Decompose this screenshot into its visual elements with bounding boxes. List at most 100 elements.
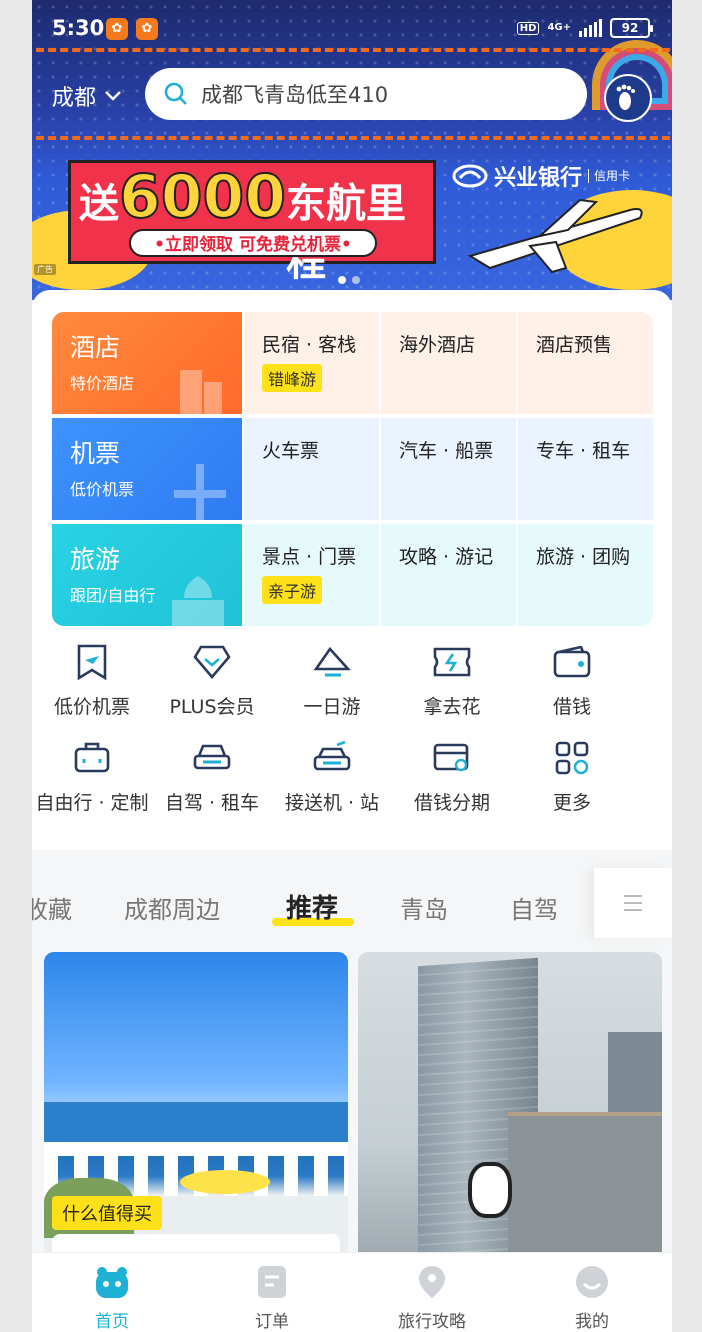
quick-label: 拿去花 bbox=[423, 696, 481, 718]
flight-tile[interactable]: 机票 低价机票 bbox=[52, 418, 242, 520]
quick-cheap-flight[interactable]: 低价机票 bbox=[32, 642, 152, 732]
footprint-button[interactable] bbox=[604, 74, 652, 122]
tile-label: 专车 · 租车 bbox=[536, 440, 631, 462]
hotel-presale-tile[interactable]: 酒店预售 bbox=[518, 312, 653, 414]
feed-tabs: 收藏 成都周边 推荐 青岛 自驾 bbox=[32, 860, 672, 946]
hotel-tile[interactable]: 酒店 特价酒店 bbox=[52, 312, 242, 414]
signal-icon bbox=[579, 19, 602, 37]
promo-banner[interactable]: 送 6000 东航里程 •立即领取 可免费兑机票• bbox=[68, 160, 436, 285]
quick-borrow[interactable]: 借钱 bbox=[512, 642, 632, 732]
tab-favorites[interactable]: 收藏 bbox=[32, 890, 72, 925]
main-card: 酒店 特价酒店 民宿 · 客栈 错峰游 海外酒店 酒店预售 机票 低价机票 火车… bbox=[32, 290, 672, 850]
chevron-down-icon bbox=[105, 91, 121, 101]
promo-subtitle: •立即领取 可免费兑机票• bbox=[129, 229, 377, 257]
nav-label: 我的 bbox=[575, 1312, 609, 1332]
quick-plus-member[interactable]: PLUS会员 bbox=[152, 642, 272, 732]
tile-tag: 亲子游 bbox=[262, 576, 323, 604]
quick-custom-trip[interactable]: 自由行 · 定制 bbox=[32, 738, 152, 828]
tab-self-drive[interactable]: 自驾 bbox=[510, 890, 558, 925]
tile-title: 酒店 bbox=[70, 333, 121, 362]
city-label: 成都 bbox=[52, 86, 97, 111]
hotel-row: 酒店 特价酒店 民宿 · 客栈 错峰游 海外酒店 酒店预售 bbox=[52, 312, 653, 414]
overseas-hotel-tile[interactable]: 海外酒店 bbox=[381, 312, 516, 414]
tile-title: 旅游 bbox=[70, 545, 121, 574]
guides-tile[interactable]: 攻略 · 游记 bbox=[381, 524, 516, 626]
tile-label: 酒店预售 bbox=[536, 334, 613, 356]
city-selector[interactable]: 成都 bbox=[52, 80, 122, 112]
tile-tag: 错峰游 bbox=[262, 364, 323, 392]
home-mascot-icon bbox=[96, 1267, 128, 1298]
nav-profile[interactable]: 我的 bbox=[512, 1253, 672, 1332]
header-banner: 5:30 ✿ ✿ HD 4G+ 92 成都 成都飞青岛低至410 送 6000 … bbox=[32, 0, 672, 300]
travel-tile[interactable]: 旅游 跟团/自由行 bbox=[52, 524, 242, 626]
bank-logo: 兴业银行 信用卡 bbox=[452, 160, 630, 192]
bus-ship-tile[interactable]: 汽车 · 船票 bbox=[381, 418, 516, 520]
ad-tag: 广告 bbox=[34, 264, 56, 275]
tile-label: 攻略 · 游记 bbox=[399, 546, 494, 568]
feed-card-badge: 什么值得买 bbox=[52, 1196, 162, 1230]
homestay-tile[interactable]: 民宿 · 客栈 错峰游 bbox=[244, 312, 379, 414]
quick-label: PLUS会员 bbox=[169, 696, 255, 718]
quick-label: 一日游 bbox=[303, 696, 361, 718]
quick-airport-transfer[interactable]: 接送机 · 站 bbox=[272, 738, 392, 828]
tile-label: 海外酒店 bbox=[399, 334, 476, 356]
battery-icon: 92 bbox=[610, 18, 653, 38]
hd-icon: HD bbox=[516, 21, 540, 35]
quick-label: 更多 bbox=[552, 792, 591, 814]
tile-label: 民宿 · 客栈 bbox=[262, 334, 357, 356]
bottom-nav: 首页 订单 旅行攻略 我的 bbox=[32, 1252, 672, 1332]
tickets-tile[interactable]: 景点 · 门票 亲子游 bbox=[244, 524, 379, 626]
location-pin-icon bbox=[419, 1266, 445, 1298]
tab-recommend[interactable]: 推荐 bbox=[286, 888, 338, 925]
search-bar[interactable]: 成都飞青岛低至410 bbox=[145, 68, 587, 120]
nav-home[interactable]: 首页 bbox=[32, 1253, 192, 1332]
group-buy-tile[interactable]: 旅游 · 团购 bbox=[518, 524, 653, 626]
nav-travel-guide[interactable]: 旅行攻略 bbox=[352, 1253, 512, 1332]
network-label: 4G+ bbox=[547, 22, 571, 33]
travel-row: 旅游 跟团/自由行 景点 · 门票 亲子游 攻略 · 游记 旅游 · 团购 bbox=[52, 524, 653, 626]
airplane-icon bbox=[174, 464, 226, 520]
search-placeholder: 成都飞青岛低至410 bbox=[201, 83, 389, 107]
tab-menu-button[interactable] bbox=[594, 868, 672, 938]
promo-prefix: 送 bbox=[79, 181, 119, 227]
status-bar: 5:30 ✿ ✿ HD 4G+ 92 bbox=[32, 14, 672, 46]
train-tile[interactable]: 火车票 bbox=[244, 418, 379, 520]
grid-icon bbox=[555, 741, 589, 775]
promo-number: 6000 bbox=[118, 162, 287, 232]
tile-label: 火车票 bbox=[262, 440, 320, 462]
carousel-indicator bbox=[338, 276, 360, 284]
quick-installment[interactable]: 借钱分期 bbox=[392, 738, 512, 828]
quick-label: 借钱 bbox=[552, 696, 591, 718]
quick-more[interactable]: 更多 bbox=[512, 738, 632, 828]
flight-ticket-icon bbox=[77, 644, 107, 680]
quick-nadehua[interactable]: 拿去花 bbox=[392, 642, 512, 732]
notification-icon: ✿ bbox=[106, 18, 128, 40]
palace-icon bbox=[172, 576, 224, 626]
tile-label: 汽车 · 船票 bbox=[399, 440, 494, 462]
quick-label: 自由行 · 定制 bbox=[35, 792, 149, 814]
car-icon bbox=[193, 744, 231, 770]
bank-card-label: 信用卡 bbox=[588, 169, 630, 183]
bank-icon bbox=[452, 164, 488, 188]
quick-day-trip[interactable]: 一日游 bbox=[272, 642, 392, 732]
building-icon bbox=[180, 370, 222, 414]
feed-card[interactable]: 什么值得买 bbox=[44, 952, 348, 1272]
quick-label: 低价机票 bbox=[53, 696, 130, 718]
app-screen: 5:30 ✿ ✿ HD 4G+ 92 成都 成都飞青岛低至410 送 6000 … bbox=[32, 0, 672, 1332]
transfer-car-icon bbox=[313, 741, 351, 771]
menu-icon bbox=[624, 895, 642, 911]
mountain-icon bbox=[313, 646, 351, 677]
tile-label: 景点 · 门票 bbox=[262, 546, 357, 568]
profile-icon bbox=[576, 1266, 608, 1298]
quick-label: 接送机 · 站 bbox=[284, 792, 380, 814]
tab-qingdao[interactable]: 青岛 bbox=[400, 890, 448, 925]
car-rental-tile[interactable]: 专车 · 租车 bbox=[518, 418, 653, 520]
panda-statue bbox=[468, 1162, 512, 1218]
feed-card[interactable] bbox=[358, 952, 662, 1272]
tab-chengdu-nearby[interactable]: 成都周边 bbox=[124, 890, 220, 925]
nav-orders[interactable]: 订单 bbox=[192, 1253, 352, 1332]
quick-self-drive[interactable]: 自驾 · 租车 bbox=[152, 738, 272, 828]
search-icon bbox=[164, 82, 187, 105]
flight-row: 机票 低价机票 火车票 汽车 · 船票 专车 · 租车 bbox=[52, 418, 653, 520]
wallet-icon bbox=[553, 646, 591, 678]
